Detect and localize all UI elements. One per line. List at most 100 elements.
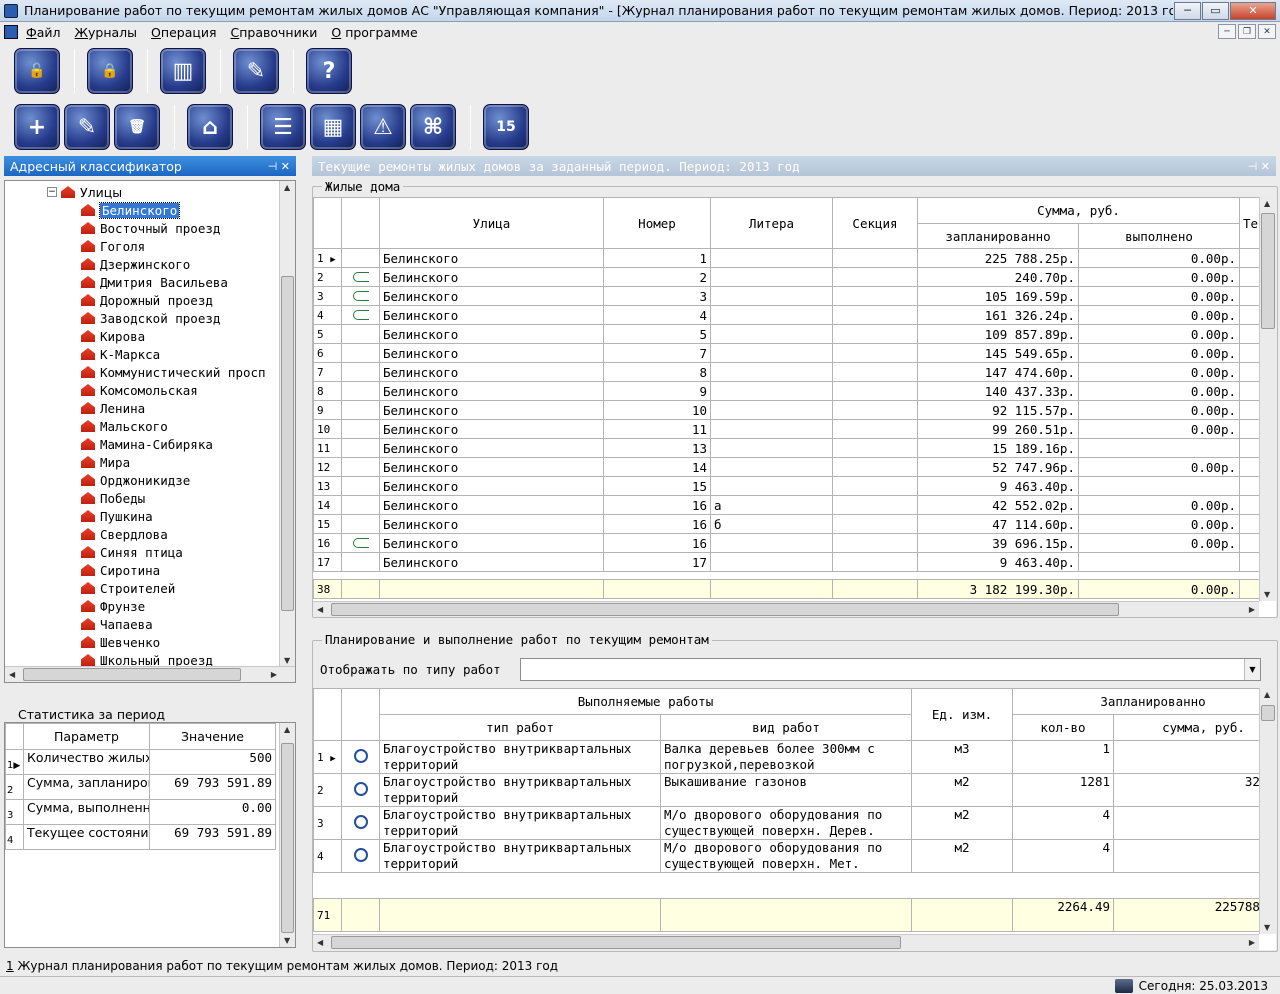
col-street[interactable]: Улица (379, 197, 604, 249)
house-row[interactable]: 16 Белинского 16 39 696.15р. 0.00р. (313, 533, 1276, 553)
work-type-combobox[interactable]: ▼ (520, 658, 1261, 681)
col-planned[interactable]: запланированно (917, 223, 1079, 249)
col-section[interactable]: Секция (832, 197, 918, 249)
stats-row[interactable]: 1▶ Количество жилых домов для 500 (5, 749, 276, 775)
doc-tab[interactable]: 1 Журнал планирования работ по текущим р… (6, 959, 558, 973)
tree-item-street[interactable]: Свердлова (81, 525, 168, 543)
horizontal-splitter[interactable] (312, 622, 1278, 628)
tree-item-street[interactable]: Фрунзе (81, 597, 145, 615)
house-row[interactable]: 7 Белинского 8 147 474.60р. 0.00р. (313, 362, 1276, 382)
houses-horizontal-scrollbar[interactable]: ◀ ▶ (313, 601, 1259, 617)
tree-item-street[interactable]: Орджоникидзе (81, 471, 190, 489)
tree-item-street[interactable]: Дмитрия Васильева (81, 273, 228, 291)
tree-root-streets[interactable]: − Улицы (47, 183, 122, 201)
mdi-doc-icon[interactable] (4, 25, 18, 39)
help-button[interactable]: ? (306, 48, 352, 94)
stats-vertical-scrollbar[interactable]: ▲ ▼ (279, 723, 295, 947)
calendar-button[interactable]: 15 (483, 104, 529, 150)
roadwork-button[interactable]: ⚠ (360, 104, 406, 150)
buildings-button[interactable]: ▥ (160, 48, 206, 94)
work-row[interactable]: 1 ▶ Благоустройство внутриквартальных те… (313, 740, 1276, 774)
tree-item-street[interactable]: Кирова (81, 327, 145, 345)
mdi-close-button[interactable]: ✕ (1258, 24, 1276, 39)
tree-item-street[interactable]: Сиротина (81, 561, 160, 579)
close-button[interactable]: ✕ (1230, 1, 1276, 20)
stats-row[interactable]: 4 Текущее состояние по 69 793 591.89 (5, 824, 276, 850)
tree-item-street[interactable]: Ленина (81, 399, 145, 417)
col-liter[interactable]: Литера (710, 197, 833, 249)
house-row[interactable]: 8 Белинского 9 140 437.33р. 0.00р. (313, 381, 1276, 401)
house-row[interactable]: 5 Белинского 5 109 857.89р. 0.00р. (313, 324, 1276, 344)
tree-item-street[interactable]: Мальского (81, 417, 168, 435)
work-row[interactable]: 4 Благоустройство внутриквартальных терр… (313, 839, 1276, 873)
col-sum-rub[interactable]: сумма, руб. (1112, 714, 1276, 741)
tree-item-street[interactable]: Дзержинского (81, 255, 190, 273)
tree-item-street[interactable]: Дорожный проезд (81, 291, 213, 309)
mdi-restore-button[interactable]: ❐ (1238, 24, 1256, 39)
house-row[interactable]: 1 ▶ Белинского 1 225 788.25р. 0.00р. (313, 248, 1276, 268)
col-qty[interactable]: кол-во (1012, 714, 1114, 741)
house-row[interactable]: 2 Белинского 2 240.70р. 0.00р. (313, 267, 1276, 287)
col-work-kind[interactable]: вид работ (660, 714, 912, 741)
tree-horizontal-scrollbar[interactable]: ◀ ▶ (5, 666, 295, 682)
menu-item-4[interactable]: О программе (331, 25, 417, 40)
menu-item-0[interactable]: Файл (26, 25, 61, 40)
add-button[interactable]: + (14, 104, 60, 150)
stats-row[interactable]: 3 Сумма, выполненная по 0.00 (5, 799, 276, 825)
house-button[interactable]: ⌂ (187, 104, 233, 150)
col-unit[interactable]: Ед. изм. (911, 688, 1013, 741)
works-horizontal-scrollbar[interactable]: ◀ ▶ (313, 934, 1259, 950)
tree-item-street[interactable]: Мира (81, 453, 130, 471)
menu-item-3[interactable]: Справочники (231, 25, 318, 40)
house-row[interactable]: 11 Белинского 13 15 189.16р. (313, 438, 1276, 458)
works-vertical-scrollbar[interactable]: ▲ ▼ (1259, 688, 1276, 934)
work-row[interactable]: 3 Благоустройство внутриквартальных терр… (313, 806, 1276, 840)
tree-item-street[interactable]: Победы (81, 489, 145, 507)
col-sum[interactable]: Сумма, руб. (916, 197, 1241, 224)
pin-close-icon[interactable]: ⊣ ✕ (268, 160, 290, 173)
tree-item-street[interactable]: Синяя птица (81, 543, 183, 561)
tools-button[interactable]: ✎ (233, 48, 279, 94)
house-row[interactable]: 17 Белинского 17 9 463.40р. (313, 552, 1276, 572)
tree-item-street[interactable]: Чапаева (81, 615, 153, 633)
maximize-button[interactable]: ▭ (1202, 1, 1229, 20)
col-done[interactable]: выполнено (1077, 223, 1241, 249)
col-work-type[interactable]: тип работ (379, 714, 661, 741)
minimize-button[interactable]: ─ (1174, 1, 1201, 20)
tree-item-street[interactable]: Шевченко (81, 633, 160, 651)
unlock-button[interactable]: 🔓 (14, 48, 60, 94)
tree-item-street[interactable]: Белинского (81, 201, 181, 219)
house-row[interactable]: 14 Белинского 16 а 42 552.02р. 0.00р. (313, 495, 1276, 515)
tree-item-street[interactable]: Комсомольская (81, 381, 198, 399)
network-button[interactable]: ⌘ (410, 104, 456, 150)
house-row[interactable]: 12 Белинского 14 52 747.96р. 0.00р. (313, 457, 1276, 477)
col-number[interactable]: Номер (603, 197, 711, 249)
tree-item-street[interactable]: Строителей (81, 579, 175, 597)
edit-button[interactable]: ✎ (64, 104, 110, 150)
house-row[interactable]: 10 Белинского 11 99 260.51р. 0.00р. (313, 419, 1276, 439)
delete-button[interactable]: 🗑 (114, 104, 160, 150)
house-row[interactable]: 13 Белинского 15 9 463.40р. (313, 476, 1276, 496)
tree-vertical-scrollbar[interactable]: ▲ ▼ (279, 181, 295, 667)
main-pin-close-icon[interactable]: ⊣ ✕ (1248, 160, 1270, 173)
tree-item-street[interactable]: Восточный проезд (81, 219, 220, 237)
menu-item-2[interactable]: Операция (151, 25, 216, 40)
tree-item-street[interactable]: Заводской проезд (81, 309, 220, 327)
house-row[interactable]: 15 Белинского 16 б 47 114.60р. 0.00р. (313, 514, 1276, 534)
stats-row[interactable]: 2 Сумма, запланированная 69 793 591.89 (5, 774, 276, 800)
house-row[interactable]: 9 Белинского 10 92 115.57р. 0.00р. (313, 400, 1276, 420)
tree-item-street[interactable]: Гоголя (81, 237, 145, 255)
col-works[interactable]: Выполняемые работы (379, 688, 912, 715)
tree-item-street[interactable]: Мамина-Сибиряка (81, 435, 213, 453)
tree-item-street[interactable]: К-Маркса (81, 345, 160, 363)
col-planned-works[interactable]: Запланированно (1011, 688, 1276, 715)
house-row[interactable]: 6 Белинского 7 145 549.65р. 0.00р. (313, 343, 1276, 363)
house-row[interactable]: 4 Белинского 4 161 326.24р. 0.00р. (313, 305, 1276, 325)
tree-item-street[interactable]: Пушкина (81, 507, 153, 525)
mdi-minimize-button[interactable]: ─ (1218, 24, 1236, 39)
tree-item-street[interactable]: Коммунистический просп (81, 363, 266, 381)
houses-vertical-scrollbar[interactable]: ▲ ▼ (1259, 197, 1276, 601)
building-button[interactable]: ▦ (310, 104, 356, 150)
menu-item-1[interactable]: Журналы (75, 25, 138, 40)
house-row[interactable]: 3 Белинского 3 105 169.59р. 0.00р. (313, 286, 1276, 306)
